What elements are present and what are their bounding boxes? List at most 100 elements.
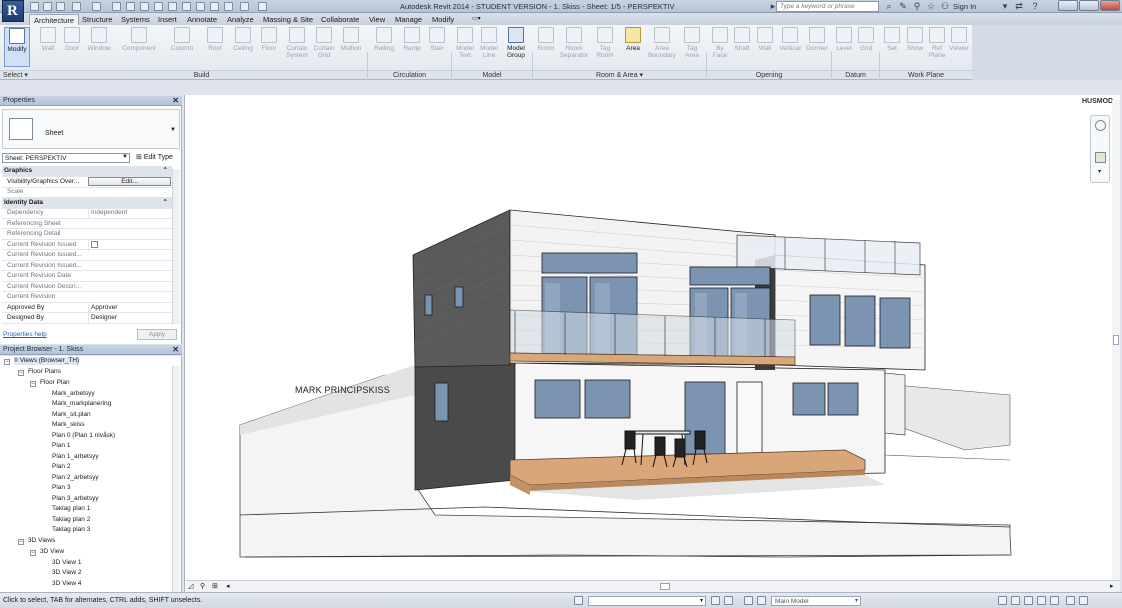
- scrollbar-thumb[interactable]: [1113, 335, 1119, 345]
- select-pinned-icon[interactable]: [1024, 596, 1033, 605]
- tree-item[interactable]: Plan 2: [52, 463, 70, 470]
- room-separator-button[interactable]: Room Separator: [558, 27, 590, 67]
- scroll-right-icon[interactable]: ▸: [1110, 582, 1114, 590]
- favorites-icon[interactable]: ☆: [926, 1, 936, 11]
- revision-checkbox[interactable]: [91, 240, 98, 248]
- tab-insert[interactable]: Insert: [154, 14, 181, 25]
- model-group-button[interactable]: Model Group: [503, 27, 529, 67]
- tab-collaborate[interactable]: Collaborate: [317, 14, 363, 25]
- tag-icon[interactable]: [154, 2, 163, 11]
- 3d-view-icon[interactable]: [182, 2, 191, 11]
- tag-room-button[interactable]: Tag Room: [594, 27, 616, 67]
- tab-manage[interactable]: Manage: [391, 14, 426, 25]
- text-icon[interactable]: [168, 2, 177, 11]
- design-options-icon[interactable]: [744, 596, 753, 605]
- group-label-room-area[interactable]: Room & Area ▾: [533, 70, 706, 79]
- vertical-button[interactable]: Vertical: [777, 27, 803, 67]
- type-selector[interactable]: Sheet ▼: [2, 109, 180, 149]
- door-button[interactable]: Door: [62, 27, 82, 67]
- open-icon[interactable]: [30, 2, 39, 11]
- active-option-icon[interactable]: [757, 596, 766, 605]
- save-icon[interactable]: [43, 2, 52, 11]
- tree-item[interactable]: Mark_skiss: [52, 421, 85, 428]
- window-button[interactable]: Window: [85, 27, 113, 67]
- tab-systems[interactable]: Systems: [117, 14, 154, 25]
- area-boundary-button[interactable]: Area Boundary: [646, 27, 678, 67]
- sign-in-button[interactable]: Sign In: [953, 2, 976, 11]
- tree-item[interactable]: Mark_arbetsyy: [52, 390, 95, 397]
- floor-button[interactable]: Floor: [259, 27, 279, 67]
- align-dimension-icon[interactable]: [140, 2, 149, 11]
- properties-scrollbar[interactable]: [172, 169, 180, 324]
- edit-visibility-button[interactable]: Edit...: [88, 177, 171, 186]
- chevron-down-icon[interactable]: ▾: [1098, 168, 1101, 175]
- tree-item[interactable]: Mark_sit.plan: [52, 411, 91, 418]
- horizontal-scrollbar-thumb[interactable]: [660, 583, 670, 590]
- binoculars-icon[interactable]: ⌕: [884, 1, 894, 11]
- select-dropdown[interactable]: Select ▾: [0, 70, 36, 79]
- help-icon[interactable]: ?: [1030, 1, 1040, 11]
- by-face-button[interactable]: By Face: [709, 27, 731, 67]
- vertical-scrollbar[interactable]: [1112, 100, 1120, 585]
- tree-item[interactable]: Taklag plan 1: [52, 505, 90, 512]
- curtain-grid-button[interactable]: Curtain Grid: [313, 27, 335, 67]
- select-links-icon[interactable]: [998, 596, 1007, 605]
- zoom-icon[interactable]: [1095, 152, 1106, 163]
- component-button[interactable]: Component: [119, 27, 159, 67]
- select-underlay-icon[interactable]: [1011, 596, 1020, 605]
- tab-massing-site[interactable]: Massing & Site: [259, 14, 317, 25]
- customize-qat-icon[interactable]: [258, 2, 267, 11]
- section-icon[interactable]: [196, 2, 205, 11]
- tree-item[interactable]: 3D View 1: [52, 559, 82, 566]
- workset-dropdown[interactable]: ▾: [588, 596, 706, 606]
- show-button[interactable]: Show: [905, 27, 925, 67]
- modify-button[interactable]: Modify: [4, 27, 30, 67]
- set-button[interactable]: Set: [882, 27, 902, 67]
- tree-floor-plan[interactable]: Floor Plan: [40, 379, 70, 386]
- level-button[interactable]: Level: [834, 27, 854, 67]
- tag-area-button[interactable]: Tag Area: [681, 27, 703, 67]
- close-hidden-icon[interactable]: [224, 2, 233, 11]
- wall-opening-button[interactable]: Wall: [755, 27, 775, 67]
- roof-button[interactable]: Roof: [205, 27, 225, 67]
- scroll-left-icon[interactable]: ◂: [226, 582, 230, 590]
- tree-root[interactable]: ⌾ Views (Browser_TH): [14, 357, 80, 365]
- ref-plane-button[interactable]: Ref Plane: [927, 27, 947, 67]
- graphics-section[interactable]: Graphics ⌃: [2, 166, 172, 177]
- tab-annotate[interactable]: Annotate: [183, 14, 221, 25]
- properties-help-link[interactable]: Properties help: [3, 331, 47, 338]
- scale-icon[interactable]: ◿: [188, 582, 193, 590]
- grid-button[interactable]: Grid: [856, 27, 876, 67]
- close-icon[interactable]: ✕: [172, 345, 179, 354]
- editable-only-icon[interactable]: [711, 596, 720, 605]
- measure-icon[interactable]: [126, 2, 135, 11]
- maximize-button[interactable]: [1079, 0, 1099, 11]
- tree-3d-views[interactable]: 3D Views: [28, 537, 55, 544]
- filter-selection-icon[interactable]: [724, 596, 733, 605]
- curtain-system-button[interactable]: Curtain System: [283, 27, 311, 67]
- edit-type-button[interactable]: ⊞ Edit Type: [136, 153, 173, 161]
- close-button[interactable]: [1100, 0, 1120, 11]
- dormer-button[interactable]: Dormer: [804, 27, 830, 67]
- tree-item[interactable]: Plan 0 (Plan 1 nivåsk): [52, 432, 115, 439]
- collapse-toggle[interactable]: −: [30, 550, 36, 556]
- search-input[interactable]: Type a keyword or phrase: [776, 1, 879, 12]
- shaft-button[interactable]: Shaft: [732, 27, 752, 67]
- tab-modify[interactable]: Modify: [428, 14, 458, 25]
- collapse-toggle[interactable]: −: [30, 381, 36, 387]
- redo-icon[interactable]: [92, 2, 101, 11]
- worksets-icon[interactable]: [574, 596, 583, 605]
- tree-item[interactable]: Plan 1_arbetsyy: [52, 453, 99, 460]
- drawing-canvas[interactable]: [184, 95, 1120, 592]
- application-menu-button[interactable]: R: [2, 0, 24, 22]
- sync-icon[interactable]: [56, 2, 65, 11]
- ribbon-minimize-toggle[interactable]: ▭▾: [468, 14, 485, 25]
- area-button[interactable]: Area: [622, 27, 644, 67]
- viewer-button[interactable]: Viewer: [948, 27, 970, 67]
- property-value[interactable]: Designer: [88, 313, 172, 323]
- apply-button[interactable]: Apply: [137, 329, 177, 340]
- tree-item[interactable]: Plan 1: [52, 442, 70, 449]
- tree-item[interactable]: Taklag plan 3: [52, 526, 90, 533]
- tab-view[interactable]: View: [365, 14, 389, 25]
- filter-icon[interactable]: [1066, 596, 1075, 605]
